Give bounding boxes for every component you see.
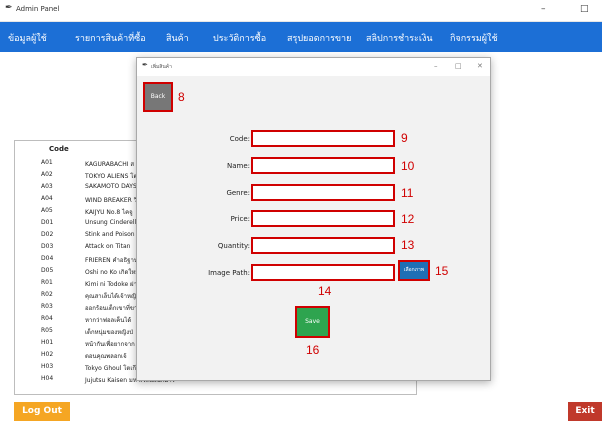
cell-code: R01 <box>41 279 53 286</box>
annotation-back: 8 <box>178 90 185 104</box>
image-path-label: Image Path: <box>208 269 250 277</box>
cell-code: D03 <box>41 243 54 250</box>
name-label: Name: <box>226 162 250 170</box>
annotation-genre: 11 <box>401 186 414 200</box>
cell-name: Kimi ni Todoke ฝา <box>85 281 137 288</box>
cell-name: หน้ากันเพื่อยากจาก <box>85 341 135 348</box>
code-input[interactable] <box>251 130 395 147</box>
name-input[interactable] <box>251 157 395 174</box>
cell-name: Oshi no Ko เกิดใหม่ <box>85 269 140 276</box>
cell-name: KAGURABACHI ส <box>85 161 135 168</box>
annotation-image-path: 14 <box>318 284 332 298</box>
cell-name: FRIEREN คำอธิฐาน <box>85 257 138 264</box>
cell-code: A01 <box>41 159 53 166</box>
cell-name: ออกร้อนเด็กเขาที่ขา <box>85 305 138 312</box>
maximize-button[interactable]: □ <box>580 4 589 14</box>
cell-code: R02 <box>41 291 53 298</box>
cell-name: Tokyo Ghoul โตเกี <box>85 365 137 372</box>
cell-name: KAIJYU No.8 ไคจู <box>85 209 133 216</box>
cell-name: SAKAMOTO DAYS <box>85 183 137 190</box>
cell-code: H01 <box>41 339 54 346</box>
window-title: Admin Panel <box>16 5 60 13</box>
dialog-minimize-button[interactable]: – <box>434 62 438 70</box>
dialog-title: เพิ่มสินค้า <box>151 64 172 70</box>
code-label: Code: <box>229 135 250 143</box>
nav-user-activity[interactable]: กิจกรรมผู้ใช้ <box>450 31 498 45</box>
cell-name: ตอนคุณพลอกเจ้ <box>85 353 127 360</box>
cell-name: คุณสาเล็บได้เจ้าหญิ <box>85 293 137 300</box>
nav-users[interactable]: ข้อมูลผู้ใช้ <box>8 31 47 45</box>
dialog-maximize-button[interactable]: □ <box>455 62 462 70</box>
cell-code: H04 <box>41 375 54 382</box>
browse-image-button[interactable]: เลือกภาพ <box>398 260 430 281</box>
cell-code: R03 <box>41 303 53 310</box>
genre-input[interactable] <box>251 184 395 201</box>
price-input[interactable] <box>251 210 395 227</box>
annotation-price: 12 <box>401 212 415 226</box>
cell-name: เด็กหนุ่มของหญิงป่ <box>85 329 134 336</box>
price-label: Price: <box>230 215 250 223</box>
top-navbar: ข้อมูลผู้ใช้ รายการสินค้าที่ซื้อ สินค้า … <box>0 22 602 52</box>
add-product-dialog: ✒ เพิ่มสินค้า – □ ✕ Back 8 Code: 9 Name:… <box>136 57 491 381</box>
nav-purchased-items[interactable]: รายการสินค้าที่ซื้อ <box>75 31 146 45</box>
quantity-input[interactable] <box>251 237 395 254</box>
cell-code: A05 <box>41 207 53 214</box>
cell-code: R05 <box>41 327 53 334</box>
dialog-close-button[interactable]: ✕ <box>477 62 483 70</box>
cell-code: D01 <box>41 219 54 226</box>
annotation-save: 16 <box>306 343 320 357</box>
cell-code: D02 <box>41 231 54 238</box>
cell-name: Unsung Cinderella <box>85 219 140 226</box>
annotation-browse: 15 <box>435 264 449 278</box>
nav-payment-slips[interactable]: สลิปการชำระเงิน <box>366 31 433 45</box>
save-button[interactable]: Save <box>295 306 330 338</box>
back-button[interactable]: Back <box>143 82 173 112</box>
exit-button[interactable]: Exit <box>568 402 602 421</box>
annotation-quantity: 13 <box>401 238 415 252</box>
dialog-titlebar: ✒ เพิ่มสินค้า – □ ✕ <box>137 58 490 76</box>
cell-name: WIND BREAKER วิ <box>85 197 138 204</box>
nav-sales-summary[interactable]: สรุปยอดการขาย <box>287 31 351 45</box>
main-titlebar: ✒ Admin Panel – □ <box>0 0 602 22</box>
cell-name: Stink and Poison <box>85 231 135 238</box>
cell-code: R04 <box>41 315 53 322</box>
app-feather-icon: ✒ <box>5 3 13 13</box>
nav-purchase-history[interactable]: ประวัติการซื้อ <box>213 31 266 45</box>
cell-code: A04 <box>41 195 53 202</box>
cell-code: A02 <box>41 171 53 178</box>
cell-code: H02 <box>41 351 54 358</box>
cell-code: D04 <box>41 255 54 262</box>
cell-code: D05 <box>41 267 54 274</box>
cell-name: Attack on Titan <box>85 243 131 250</box>
cell-name: หากว่าฟอลเค็นได้ <box>85 317 132 324</box>
logout-button[interactable]: Log Out <box>14 402 70 421</box>
annotation-name: 10 <box>401 159 415 173</box>
cell-name: TOKYO ALIENS โต <box>85 173 138 180</box>
annotation-code: 9 <box>401 131 408 145</box>
dialog-feather-icon: ✒ <box>142 61 148 69</box>
cell-code: H03 <box>41 363 54 370</box>
genre-label: Genre: <box>226 189 250 197</box>
nav-products[interactable]: สินค้า <box>166 31 189 45</box>
image-path-input[interactable] <box>251 264 395 281</box>
quantity-label: Quantity: <box>217 242 250 250</box>
cell-code: A03 <box>41 183 53 190</box>
table-header-code: Code <box>49 145 69 153</box>
minimize-button[interactable]: – <box>541 4 546 14</box>
